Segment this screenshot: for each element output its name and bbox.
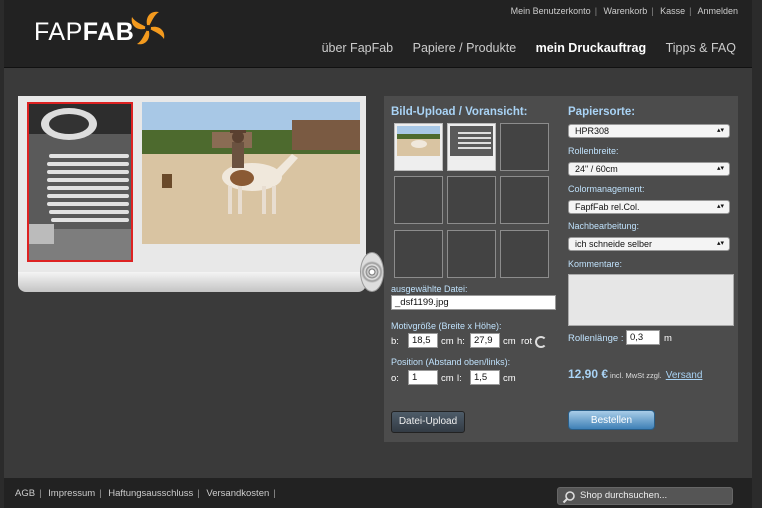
selected-file-label: ausgewählte Datei:	[391, 284, 468, 294]
separator: |	[99, 488, 102, 499]
paper-type-title: Papiersorte:	[568, 106, 636, 118]
top-offset-label: o:	[391, 373, 399, 384]
slot-thumbnail-car	[450, 126, 493, 156]
shipping-link[interactable]: Versand	[666, 370, 703, 381]
slot-thumbnail-horse	[397, 126, 440, 156]
footer-link-agb[interactable]: AGB	[15, 488, 35, 499]
comment-label: Kommentare:	[568, 259, 623, 269]
color-management-value: FapfFab rel.Col.	[575, 202, 640, 212]
top-link-account[interactable]: Mein Benutzerkonto	[511, 6, 591, 16]
top-link-cart[interactable]: Warenkorb	[604, 6, 648, 16]
position-label: Position (Abstand oben/links):	[391, 357, 511, 367]
price-display: 12,90 € incl. MwSt zzgl. Versand	[568, 367, 702, 381]
chevron-updown-icon: ▴▾	[716, 165, 724, 172]
paper-roll-end-icon	[360, 252, 384, 292]
preview-image-car-grille[interactable]	[27, 102, 133, 262]
separator: |	[39, 488, 42, 499]
width-label: b:	[391, 336, 399, 347]
post-processing-select[interactable]: ich schneide selber ▴▾	[568, 237, 730, 251]
rotate-icon[interactable]	[535, 336, 547, 348]
paper-roll	[18, 272, 366, 292]
chevron-updown-icon: ▴▾	[716, 127, 724, 134]
separator: |	[651, 6, 654, 16]
main-content: Bild-Upload / Voransicht: ausgewählte Da…	[4, 68, 752, 478]
logo-text-light: FAP	[34, 18, 83, 46]
paper-type-value: HPR308	[575, 126, 610, 136]
roll-length-unit: m	[664, 333, 672, 344]
footer: AGB | Impressum | Haftungsausschluss | Vers…	[4, 478, 752, 508]
footer-link-imprint[interactable]: Impressum	[48, 488, 95, 499]
brand-logo[interactable]: FAPFAB	[34, 18, 134, 47]
comment-textarea[interactable]	[568, 274, 734, 326]
separator: |	[594, 6, 598, 16]
roll-width-select[interactable]: 24" / 60cm ▴▾	[568, 162, 730, 176]
post-processing-value: ich schneide selber	[575, 239, 653, 249]
chevron-updown-icon: ▴▾	[716, 240, 724, 247]
top-offset-unit: cm	[441, 373, 454, 384]
page: FAPFAB Mein Benutzerkonto | Warenkorb | Ka…	[0, 0, 762, 508]
roll-length-input[interactable]: 0,3	[626, 330, 660, 345]
height-unit: cm	[503, 336, 516, 347]
footer-links: AGB | Impressum | Haftungsausschluss | Vers…	[15, 488, 280, 499]
left-offset-input[interactable]: 1,5	[470, 370, 500, 385]
top-offset-input[interactable]: 1	[408, 370, 438, 385]
post-processing-label: Nachbearbeitung:	[568, 221, 640, 231]
price-value: 12,90 €	[568, 367, 609, 381]
color-management-label: Colormanagement:	[568, 184, 645, 194]
width-unit: cm	[441, 336, 454, 347]
nav-item-print-order[interactable]: mein Druckauftrag	[536, 41, 646, 55]
upload-slot-7[interactable]	[394, 230, 443, 278]
preview-image-horse-rider[interactable]	[142, 102, 360, 244]
car-grille-image	[29, 104, 131, 260]
top-link-checkout[interactable]: Kasse	[660, 6, 685, 16]
roll-width-value: 24" / 60cm	[575, 164, 618, 174]
height-input[interactable]: 27,9	[470, 333, 500, 348]
height-label: h:	[457, 336, 465, 347]
motif-size-label: Motivgröße (Breite x Höhe):	[391, 321, 502, 331]
separator: |	[273, 488, 276, 499]
roll-width-label: Rollenbreite:	[568, 146, 619, 156]
header: FAPFAB Mein Benutzerkonto | Warenkorb | Ka…	[4, 0, 752, 68]
search-placeholder: Shop durchsuchen...	[580, 490, 668, 501]
selected-file-input[interactable]: _dsf1199.jpg	[391, 295, 556, 310]
left-offset-label: l:	[457, 373, 462, 384]
top-link-login[interactable]: Anmelden	[697, 6, 738, 16]
separator: |	[689, 6, 692, 16]
upload-slot-4[interactable]	[394, 176, 443, 224]
search-icon	[562, 491, 575, 504]
order-button[interactable]: Bestellen	[568, 410, 655, 430]
upload-slot-5[interactable]	[447, 176, 496, 224]
width-input[interactable]: 18,5	[408, 333, 438, 348]
nav-item-about[interactable]: über FapFab	[322, 41, 394, 55]
price-note: incl. MwSt zzgl.	[610, 371, 662, 380]
left-offset-unit: cm	[503, 373, 516, 384]
footer-link-shipping-costs[interactable]: Versandkosten	[206, 488, 269, 499]
upload-slot-9[interactable]	[500, 230, 549, 278]
main-nav: über FapFab Papiere / Produkte mein Druc…	[306, 41, 736, 55]
footer-link-disclaimer[interactable]: Haftungsausschluss	[108, 488, 193, 499]
nav-item-papers[interactable]: Papiere / Produkte	[413, 41, 517, 55]
color-management-select[interactable]: FapfFab rel.Col. ▴▾	[568, 200, 730, 214]
upload-title: Bild-Upload / Voransicht:	[391, 106, 528, 118]
upload-slot-1[interactable]	[394, 123, 443, 171]
roll-length-label: Rollenlänge :	[568, 333, 624, 344]
horse-rider-image	[142, 102, 360, 244]
order-panel: Bild-Upload / Voransicht: ausgewählte Da…	[384, 96, 738, 442]
rotate-label: rot	[521, 336, 533, 347]
file-upload-button[interactable]: Datei-Upload	[391, 411, 465, 433]
upload-slot-6[interactable]	[500, 176, 549, 224]
chevron-updown-icon: ▴▾	[716, 203, 724, 210]
upload-slot-8[interactable]	[447, 230, 496, 278]
search-input[interactable]: Shop durchsuchen...	[557, 487, 733, 505]
upload-slot-3[interactable]	[500, 123, 549, 171]
top-links: Mein Benutzerkonto | Warenkorb | Kasse | An…	[511, 6, 738, 16]
separator: |	[197, 488, 200, 499]
pinwheel-logo-icon	[131, 11, 165, 45]
upload-slot-2[interactable]	[447, 123, 496, 171]
nav-item-faq[interactable]: Tipps & FAQ	[666, 41, 736, 55]
paper-type-select[interactable]: HPR308 ▴▾	[568, 124, 730, 138]
